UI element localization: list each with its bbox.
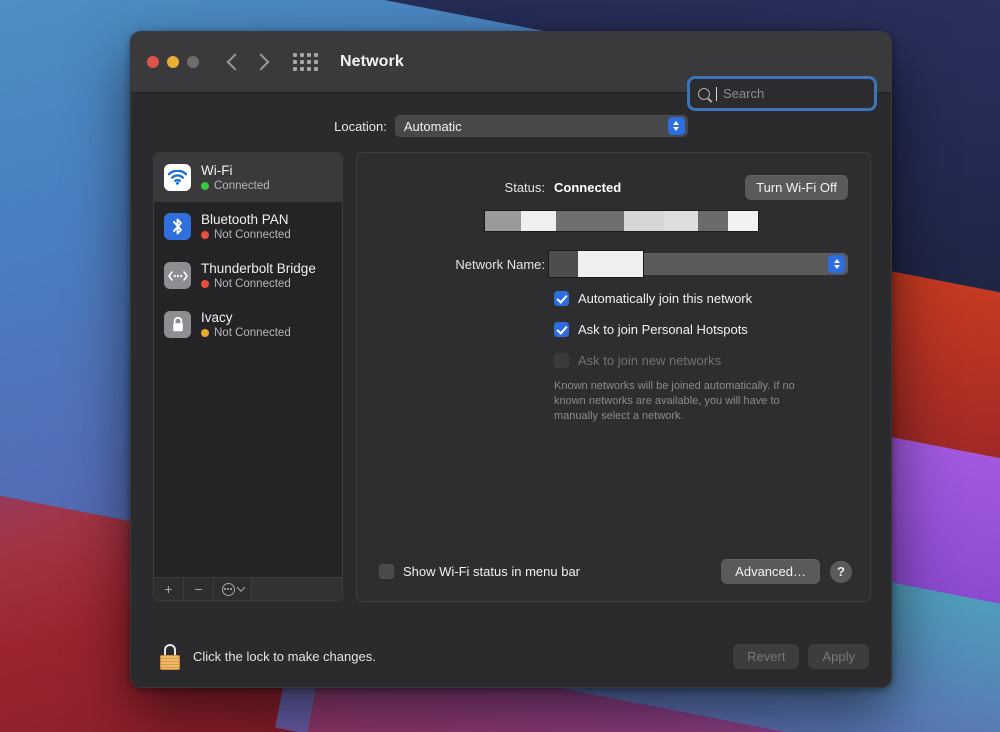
advanced-button[interactable]: Advanced… — [721, 559, 820, 584]
wifi-detail-panel: Status: Connected Turn Wi-Fi Off Network… — [356, 152, 871, 602]
status-label: Status: — [379, 180, 545, 195]
chevron-right-icon[interactable] — [253, 54, 270, 71]
panel-bottom-row: Show Wi-Fi status in menu bar Advanced… … — [379, 559, 852, 584]
sidebar-toolbar: + − — [153, 577, 343, 601]
sidebar-item-label: Ivacy — [201, 310, 291, 325]
status-badge: Not Connected — [201, 229, 291, 242]
ask-new-networks-label: Ask to join new networks — [578, 353, 721, 368]
status-row: Status: Connected Turn Wi-Fi Off — [379, 175, 848, 200]
close-button[interactable] — [147, 56, 159, 68]
zoom-button[interactable] — [187, 56, 199, 68]
network-preferences-window: Network Search Location: Automatic — [130, 31, 892, 688]
sidebar-item-thunderbolt-bridge[interactable]: Thunderbolt Bridge Not Connected — [154, 251, 342, 300]
network-name-row: Network Name: — [379, 253, 848, 275]
network-name-redaction-overlay — [548, 250, 644, 278]
ask-hotspots-checkbox[interactable] — [554, 322, 569, 337]
redaction-block — [664, 211, 699, 231]
redaction-block — [485, 211, 521, 231]
bluetooth-icon — [164, 213, 191, 240]
navigation-arrows — [229, 56, 267, 68]
status-dot-icon — [201, 329, 209, 337]
window-body: Location: Automatic — [131, 93, 891, 688]
status-dot-icon — [201, 280, 209, 288]
status-badge: Connected — [201, 180, 270, 193]
show-wifi-status-checkbox[interactable] — [379, 564, 394, 579]
location-row: Location: Automatic — [131, 93, 891, 137]
location-value: Automatic — [404, 119, 668, 134]
apps-grid-icon[interactable] — [293, 53, 318, 71]
chevron-up-down-icon — [828, 255, 845, 273]
minimize-button[interactable] — [167, 56, 179, 68]
wifi-icon — [164, 164, 191, 191]
ask-hotspots-row[interactable]: Ask to join Personal Hotspots — [554, 322, 848, 337]
redaction-block — [556, 211, 624, 231]
sidebar-item-text: Bluetooth PAN Not Connected — [201, 212, 291, 242]
network-name-label: Network Name: — [379, 257, 545, 272]
sidebar-item-label: Bluetooth PAN — [201, 212, 291, 227]
page-title: Network — [340, 53, 404, 71]
gear-ellipsis-icon — [222, 583, 235, 596]
status-text: Connected — [214, 180, 270, 193]
lock-hint-text: Click the lock to make changes. — [193, 649, 376, 664]
status-badge: Not Connected — [201, 278, 316, 291]
remove-service-button[interactable]: − — [184, 578, 214, 600]
auto-join-row[interactable]: Automatically join this network — [554, 291, 848, 306]
lock-icon — [164, 311, 191, 338]
sidebar-item-label: Wi-Fi — [201, 163, 270, 178]
network-name-dropdown[interactable] — [554, 253, 848, 275]
sidebar-item-label: Thunderbolt Bridge — [201, 261, 316, 276]
sidebar-item-text: Wi-Fi Connected — [201, 163, 270, 193]
redaction-block — [578, 251, 643, 277]
chevron-down-icon — [236, 583, 244, 591]
chevron-up-down-icon — [668, 117, 685, 135]
ask-new-networks-row: Ask to join new networks — [554, 353, 848, 368]
show-wifi-status-label: Show Wi-Fi status in menu bar — [403, 564, 580, 579]
auto-join-label: Automatically join this network — [578, 291, 752, 306]
service-list: Wi-Fi Connected — [153, 152, 343, 577]
traffic-light-group — [147, 56, 199, 68]
revert-button[interactable]: Revert — [733, 644, 799, 669]
service-actions-button[interactable] — [214, 578, 252, 600]
window-titlebar: Network Search — [131, 32, 891, 93]
status-value: Connected — [554, 180, 621, 195]
thunderbolt-icon — [164, 262, 191, 289]
help-button[interactable]: ? — [830, 561, 852, 583]
redaction-block — [521, 211, 557, 231]
location-dropdown[interactable]: Automatic — [395, 115, 688, 137]
ask-hotspots-label: Ask to join Personal Hotspots — [578, 322, 748, 337]
service-sidebar: Wi-Fi Connected — [153, 152, 343, 602]
turn-wifi-off-button[interactable]: Turn Wi-Fi Off — [745, 175, 848, 200]
sidebar-item-ivacy[interactable]: Ivacy Not Connected — [154, 300, 342, 349]
apply-button[interactable]: Apply — [808, 644, 869, 669]
status-dot-icon — [201, 231, 209, 239]
sidebar-item-bluetooth-pan[interactable]: Bluetooth PAN Not Connected — [154, 202, 342, 251]
toolbar-spacer — [252, 578, 342, 600]
location-label: Location: — [334, 119, 387, 134]
add-service-button[interactable]: + — [154, 578, 184, 600]
ask-new-networks-checkbox — [554, 353, 569, 368]
status-badge: Not Connected — [201, 327, 291, 340]
redaction-block — [698, 211, 728, 231]
padlock-closed-icon[interactable] — [159, 644, 181, 670]
window-footer: Click the lock to make changes. Revert A… — [131, 625, 891, 688]
content-columns: Wi-Fi Connected — [131, 137, 891, 602]
desktop-wallpaper: Network Search Location: Automatic — [0, 0, 1000, 732]
chevron-left-icon[interactable] — [227, 54, 244, 71]
auto-join-checkbox[interactable] — [554, 291, 569, 306]
sidebar-item-text: Ivacy Not Connected — [201, 310, 291, 340]
status-text: Not Connected — [214, 278, 291, 291]
sidebar-item-text: Thunderbolt Bridge Not Connected — [201, 261, 316, 291]
redaction-block — [549, 251, 578, 277]
ssid-redaction-overlay — [484, 210, 759, 232]
status-text: Not Connected — [214, 229, 291, 242]
redaction-block — [624, 211, 664, 231]
status-dot-icon — [201, 182, 209, 190]
sidebar-item-wifi[interactable]: Wi-Fi Connected — [154, 153, 342, 202]
help-description: Known networks will be joined automatica… — [554, 379, 819, 424]
redaction-block — [728, 211, 758, 231]
status-text: Not Connected — [214, 327, 291, 340]
